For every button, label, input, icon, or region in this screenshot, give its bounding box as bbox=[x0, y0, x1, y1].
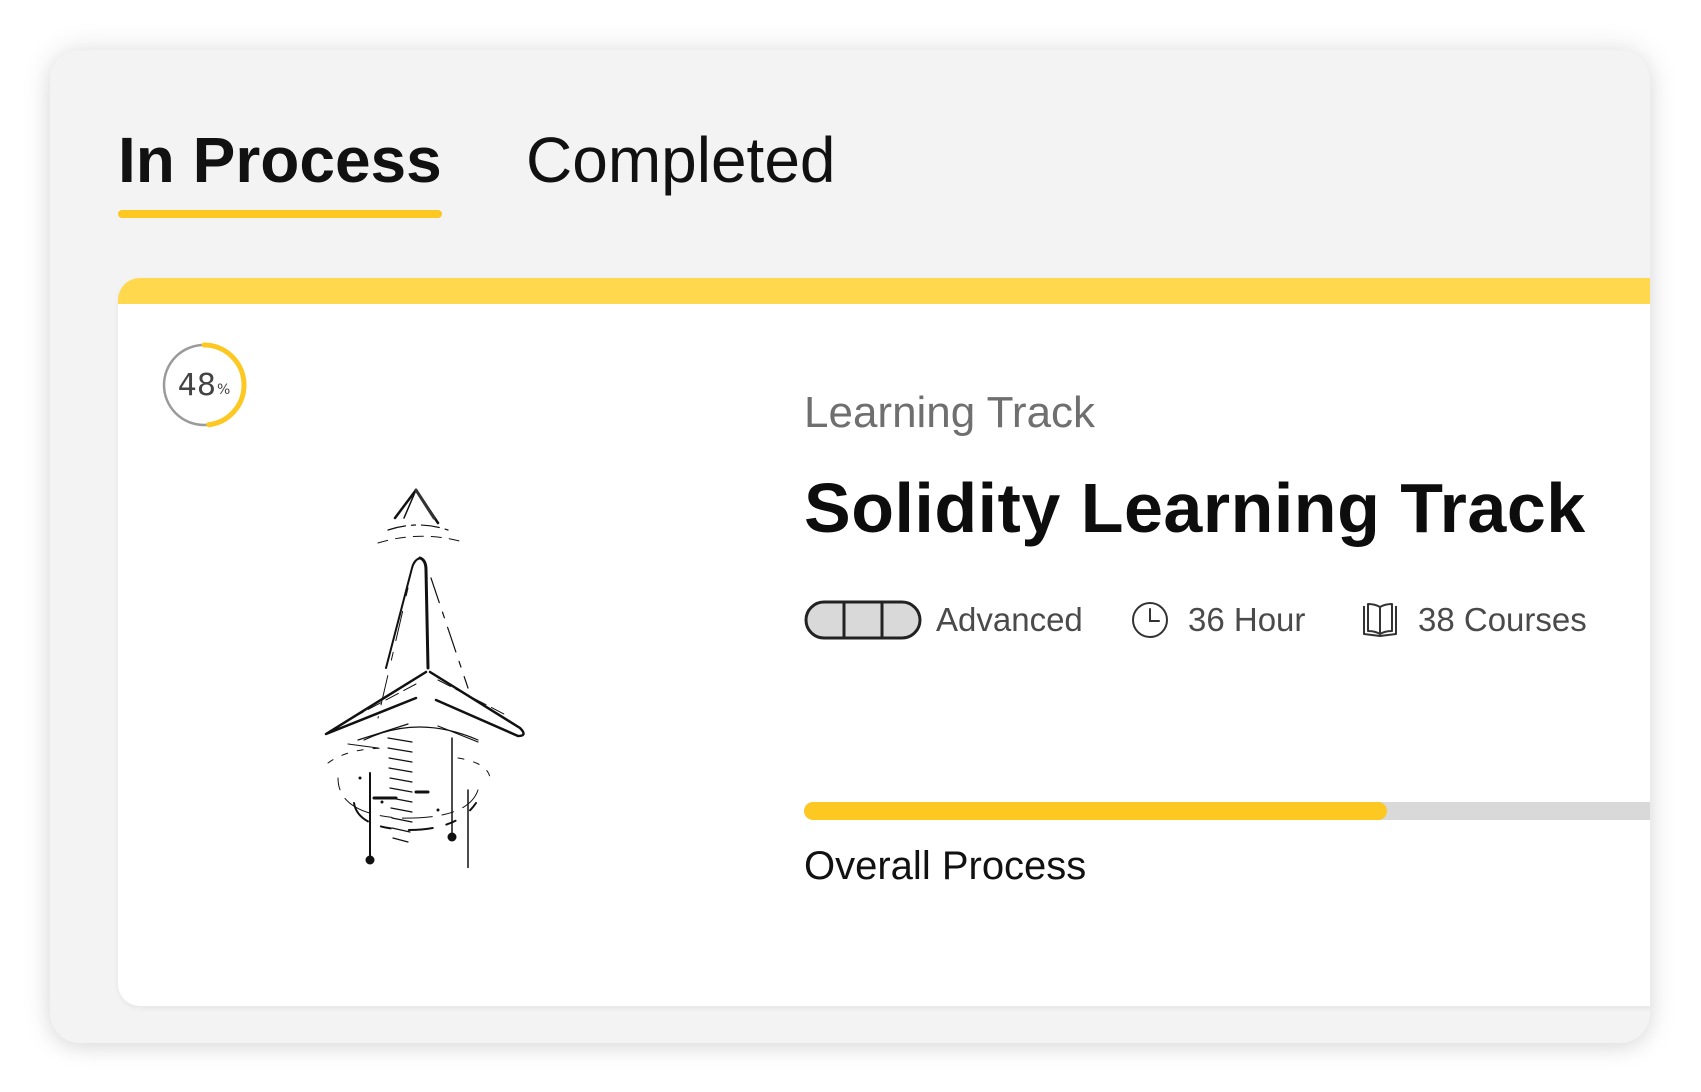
book-icon bbox=[1363, 603, 1397, 637]
progress-ring: 48% bbox=[160, 341, 248, 429]
tab-in-process-label: In Process bbox=[118, 124, 442, 196]
progress-ring-value: 48% bbox=[160, 341, 248, 429]
active-tab-underline bbox=[118, 210, 442, 218]
progress-percent-number: 48 bbox=[177, 367, 216, 403]
meta-level: Advanced bbox=[804, 596, 1083, 644]
meta-duration: 36 Hour bbox=[1130, 596, 1305, 644]
difficulty-bars-icon bbox=[804, 600, 922, 640]
tab-in-process[interactable]: In Process bbox=[118, 120, 442, 218]
progress-percent-sign: % bbox=[216, 382, 231, 398]
tab-completed[interactable]: Completed bbox=[526, 120, 836, 200]
overall-progress-label: Overall Process bbox=[804, 844, 1087, 888]
meta-duration-text: 36 Hour bbox=[1188, 601, 1306, 638]
overall-progress-fill bbox=[804, 802, 1388, 820]
track-info: Learning Track Solidity Learning Track A… bbox=[804, 278, 1650, 1006]
track-type-label: Learning Track bbox=[804, 388, 1096, 437]
clock-icon bbox=[1132, 602, 1168, 638]
learning-track-card[interactable]: 48% Learning Track Solidity Learning Tra… bbox=[118, 278, 1650, 1006]
tab-completed-label: Completed bbox=[526, 124, 836, 196]
app-frame: In Process Completed 48% Learning Track … bbox=[50, 50, 1650, 1043]
track-meta: Advanced 36 Hour 38 Courses bbox=[804, 596, 1650, 644]
meta-courses: 38 Courses bbox=[1360, 596, 1587, 644]
overall-progress-bar bbox=[804, 802, 1650, 820]
rocket-launch-illustration-icon bbox=[324, 488, 525, 868]
meta-level-text: Advanced bbox=[936, 601, 1083, 638]
meta-courses-text: 38 Courses bbox=[1418, 601, 1587, 638]
track-title[interactable]: Solidity Learning Track bbox=[804, 468, 1586, 548]
